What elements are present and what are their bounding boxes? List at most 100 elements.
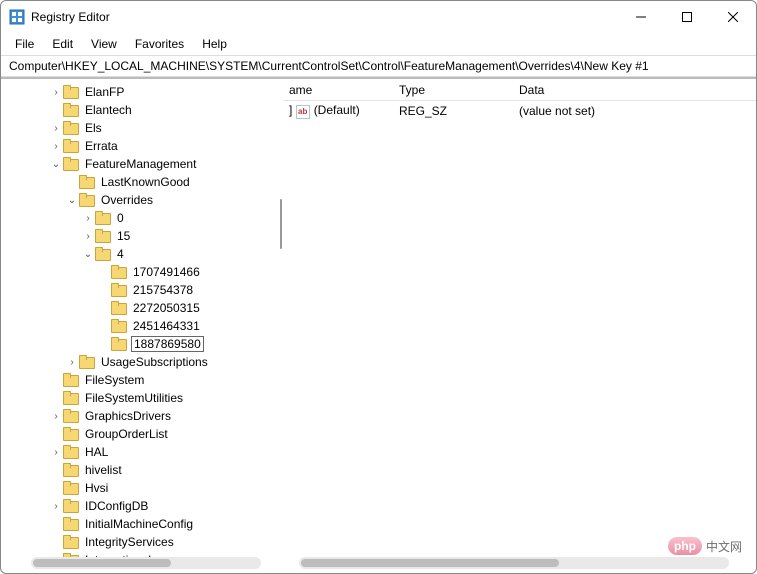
value-name: (Default) [314, 103, 360, 117]
chevron-right-icon[interactable]: › [49, 501, 63, 512]
chevron-down-icon[interactable]: ⌄ [65, 195, 79, 206]
tree-item-grouporderlist[interactable]: · GroupOrderList [1, 425, 279, 443]
tree-item-2451464331[interactable]: · 2451464331 [1, 317, 279, 335]
chevron-right-icon[interactable]: › [49, 123, 63, 134]
minimize-button[interactable] [618, 1, 664, 33]
tree-item-label: LastKnownGood [99, 175, 192, 189]
tree-item-hivelist[interactable]: ·hivelist [1, 461, 279, 479]
column-headers[interactable]: ame Type Data [283, 79, 756, 101]
tree-item-hal[interactable]: ›HAL [1, 443, 279, 461]
tree-item-filesystem[interactable]: · FileSystem [1, 371, 279, 389]
tree-item-overrides[interactable]: ⌄Overrides [1, 191, 279, 209]
tree-item-lastknowngood[interactable]: · LastKnownGood [1, 173, 279, 191]
chevron-right-icon[interactable]: › [65, 357, 79, 368]
menu-edit[interactable]: Edit [44, 35, 81, 53]
twisty-blank: · [97, 321, 111, 332]
chevron-right-icon[interactable]: › [49, 447, 63, 458]
folder-icon [79, 175, 95, 189]
tree-item-label: GroupOrderList [83, 427, 170, 441]
tree-item-label-editing[interactable]: 1887869580 [131, 336, 204, 352]
tree-item-label: FileSystem [83, 373, 146, 387]
tree-item-label: IDConfigDB [83, 499, 150, 513]
chevron-right-icon[interactable]: › [49, 411, 63, 422]
tree-item-initialmachineconfig[interactable]: ·InitialMachineConfig [1, 515, 279, 533]
twisty-blank: · [97, 285, 111, 296]
tree-item-label: Els [83, 121, 104, 135]
tree-item-hvsi[interactable]: · Hvsi [1, 479, 279, 497]
tree-item-215754378[interactable]: ·215754378 [1, 281, 279, 299]
scrollbar-thumb[interactable] [301, 559, 559, 567]
menu-file[interactable]: File [7, 35, 42, 53]
folder-icon [95, 229, 111, 243]
maximize-button[interactable] [664, 1, 710, 33]
twisty-blank: · [49, 537, 63, 548]
tree-item-label: 15 [115, 229, 132, 243]
menu-view[interactable]: View [83, 35, 125, 53]
tree-item-integrityservices[interactable]: · IntegrityServices [1, 533, 279, 551]
folder-icon [63, 391, 79, 405]
tree-item-label: Hvsi [83, 481, 110, 495]
twisty-blank: · [65, 177, 79, 188]
twisty-blank: · [49, 465, 63, 476]
tree-item-label: 2451464331 [131, 319, 202, 333]
folder-icon [111, 265, 127, 279]
column-type[interactable]: Type [393, 83, 513, 97]
folder-icon [63, 103, 79, 117]
tree-scrollbar[interactable] [31, 557, 261, 569]
tree-item-filesystemutilities[interactable]: ·FileSystemUtilities [1, 389, 279, 407]
folder-icon [111, 319, 127, 333]
tree-item-label: UsageSubscriptions [99, 355, 210, 369]
tree-item-1707491466[interactable]: ·1707491466 [1, 263, 279, 281]
tree-item-errata[interactable]: › Errata [1, 137, 279, 155]
tree-item-featuremanagement[interactable]: ⌄FeatureManagement [1, 155, 279, 173]
address-bar[interactable]: Computer\HKEY_LOCAL_MACHINE\SYSTEM\Curre… [1, 55, 756, 77]
titlebar[interactable]: Registry Editor [1, 1, 756, 33]
twisty-blank: · [49, 483, 63, 494]
tree-item-label: IntegrityServices [83, 535, 176, 549]
folder-icon [63, 157, 79, 171]
window-title: Registry Editor [31, 10, 110, 24]
chevron-down-icon[interactable]: ⌄ [81, 249, 95, 260]
registry-editor-window: Registry Editor File Edit View Favorites… [0, 0, 757, 574]
column-name[interactable]: ame [283, 83, 393, 97]
app-icon [9, 9, 25, 25]
values-pane[interactable]: ame Type Data ] ab(Default) REG_SZ (valu… [283, 79, 756, 573]
tree-item-0[interactable]: ›0 [1, 209, 279, 227]
chevron-right-icon[interactable]: › [81, 231, 95, 242]
column-data[interactable]: Data [513, 83, 756, 97]
tree-item-label: 1707491466 [131, 265, 202, 279]
content-area: › ElanFP ·Elantech › Els › Errata ⌄FeatureManag… [1, 77, 756, 573]
chevron-down-icon[interactable]: ⌄ [49, 159, 63, 170]
values-scrollbar[interactable] [299, 557, 729, 569]
tree-item-2272050315[interactable]: ·2272050315 [1, 299, 279, 317]
tree-item-label: Errata [83, 139, 120, 153]
tree-item-els[interactable]: › Els [1, 119, 279, 137]
tree-item-1887869580[interactable]: · 1887869580 [1, 335, 279, 353]
tree-item-label: ElanFP [83, 85, 126, 99]
twisty-blank: · [97, 339, 111, 350]
tree-pane[interactable]: › ElanFP ·Elantech › Els › Errata ⌄FeatureManag… [1, 79, 279, 573]
twisty-blank: · [49, 375, 63, 386]
value-row[interactable]: ] ab(Default) REG_SZ (value not set) [283, 101, 756, 121]
twisty-blank: · [49, 429, 63, 440]
tree-item-elanfp[interactable]: › ElanFP [1, 83, 279, 101]
menu-help[interactable]: Help [194, 35, 235, 53]
value-data: (value not set) [513, 104, 756, 118]
folder-icon [63, 481, 79, 495]
chevron-right-icon[interactable]: › [49, 141, 63, 152]
chevron-right-icon[interactable]: › [81, 213, 95, 224]
tree-item-graphicsdrivers[interactable]: › GraphicsDrivers [1, 407, 279, 425]
tree-item-idconfigdb[interactable]: › IDConfigDB [1, 497, 279, 515]
tree-item-4[interactable]: ⌄4 [1, 245, 279, 263]
tree-item-elantech[interactable]: ·Elantech [1, 101, 279, 119]
tree-item-usagesubscriptions[interactable]: › UsageSubscriptions [1, 353, 279, 371]
twisty-blank: · [49, 519, 63, 530]
tree-item-15[interactable]: › 15 [1, 227, 279, 245]
tree-item-label: GraphicsDrivers [83, 409, 173, 423]
close-button[interactable] [710, 1, 756, 33]
scrollbar-thumb[interactable] [33, 559, 171, 567]
menu-favorites[interactable]: Favorites [127, 35, 192, 53]
folder-icon [63, 445, 79, 459]
twisty-blank: · [49, 393, 63, 404]
chevron-right-icon[interactable]: › [49, 87, 63, 98]
